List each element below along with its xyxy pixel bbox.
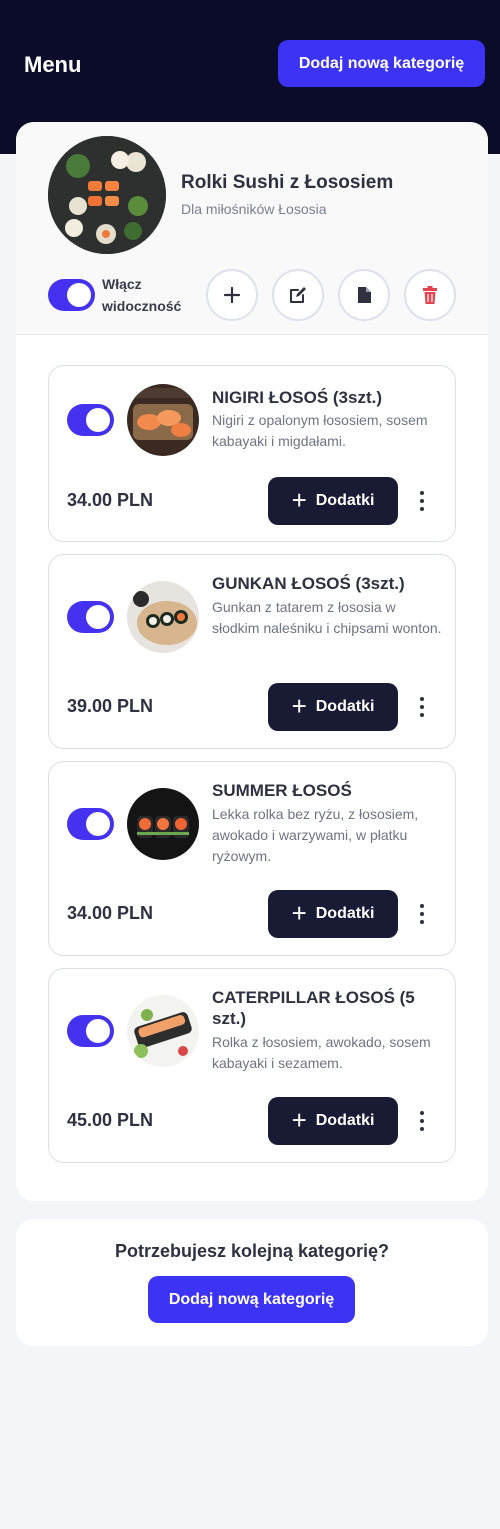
addons-button[interactable]: + Dodatki [268, 890, 398, 938]
add-item-button[interactable] [206, 269, 258, 321]
item-title: CATERPILLAR ŁOSOŚ (5 szt.) [212, 988, 415, 1028]
addons-button[interactable]: + Dodatki [268, 477, 398, 525]
item-more-menu[interactable] [417, 697, 427, 717]
add-category-prompt: Potrzebujesz kolejną kategorię? [114, 1241, 390, 1261]
category-title: Rolki Sushi z Łososiem [181, 172, 394, 193]
add-category-panel: Potrzebujesz kolejną kategorię? Dodaj no… [16, 1219, 488, 1346]
edit-icon [290, 287, 306, 303]
item-image [127, 384, 199, 456]
delete-category-button[interactable] [404, 269, 456, 321]
item-visibility-toggle[interactable] [67, 404, 114, 436]
plus-icon: + [291, 1104, 307, 1135]
item-title: GUNKAN ŁOSOŚ (3szt.) [212, 574, 405, 593]
item-price: 34.00 PLN [67, 903, 154, 923]
item-more-menu[interactable] [417, 1111, 427, 1131]
item-more-menu[interactable] [417, 491, 427, 511]
addons-button[interactable]: + Dodatki [268, 1097, 398, 1145]
item-description: Gunkan z tatarem z łososia w słodkim nal… [212, 599, 442, 636]
item-price: 39.00 PLN [67, 696, 154, 716]
addons-label: Dodatki [315, 492, 375, 509]
item-more-menu[interactable] [417, 904, 427, 924]
file-icon [358, 287, 371, 303]
plus-icon: + [291, 690, 307, 721]
visibility-label: Włącz widoczność [102, 276, 182, 314]
menu-item-card: GUNKAN ŁOSOŚ (3szt.) Gunkan z tatarem z … [48, 554, 456, 749]
duplicate-category-button[interactable] [338, 269, 390, 321]
category-header: Rolki Sushi z Łososiem Dla miłośników Ło… [16, 122, 488, 335]
item-title: NIGIRI ŁOSOŚ (3szt.) [212, 388, 383, 407]
category-visibility-toggle[interactable] [48, 279, 95, 311]
plus-icon: + [291, 897, 307, 928]
trash-icon [423, 286, 437, 304]
menu-item-card: CATERPILLAR ŁOSOŚ (5 szt.) Rolka z łosos… [48, 968, 456, 1163]
addons-label: Dodatki [315, 698, 375, 715]
category-card: Rolki Sushi z Łososiem Dla miłośników Ło… [16, 122, 488, 1201]
menu-item-card: NIGIRI ŁOSOŚ (3szt.) Nigiri z opalonym ł… [48, 365, 456, 542]
addons-label: Dodatki [315, 905, 375, 922]
item-visibility-toggle[interactable] [67, 601, 114, 633]
item-description: Nigiri z opalonym łososiem, sosem kabaya… [212, 412, 428, 449]
page-title: Menu [24, 52, 82, 77]
item-image [127, 995, 199, 1067]
item-title: SUMMER ŁOSOŚ [212, 781, 352, 800]
item-price: 34.00 PLN [67, 490, 154, 510]
edit-category-button[interactable] [272, 269, 324, 321]
item-visibility-toggle[interactable] [67, 808, 114, 840]
addons-button[interactable]: + Dodatki [268, 683, 398, 731]
add-category-bottom-button[interactable]: Dodaj nową kategorię [148, 1276, 355, 1323]
category-image [48, 136, 166, 254]
category-subtitle: Dla miłośników Łososia [181, 201, 327, 217]
add-category-button[interactable]: Dodaj nową kategorię [278, 40, 485, 87]
item-image [127, 788, 199, 860]
item-description: Rolka z łososiem, awokado, sosem kabayak… [212, 1034, 431, 1071]
addons-label: Dodatki [315, 1112, 375, 1129]
item-description: Lekka rolka bez ryżu, z łososiem, awokad… [212, 806, 419, 864]
plus-icon [223, 286, 241, 304]
plus-icon: + [291, 484, 307, 515]
item-price: 45.00 PLN [67, 1110, 154, 1130]
item-image [127, 581, 199, 653]
menu-item-card: SUMMER ŁOSOŚ Lekka rolka bez ryżu, z łos… [48, 761, 456, 956]
item-visibility-toggle[interactable] [67, 1015, 114, 1047]
